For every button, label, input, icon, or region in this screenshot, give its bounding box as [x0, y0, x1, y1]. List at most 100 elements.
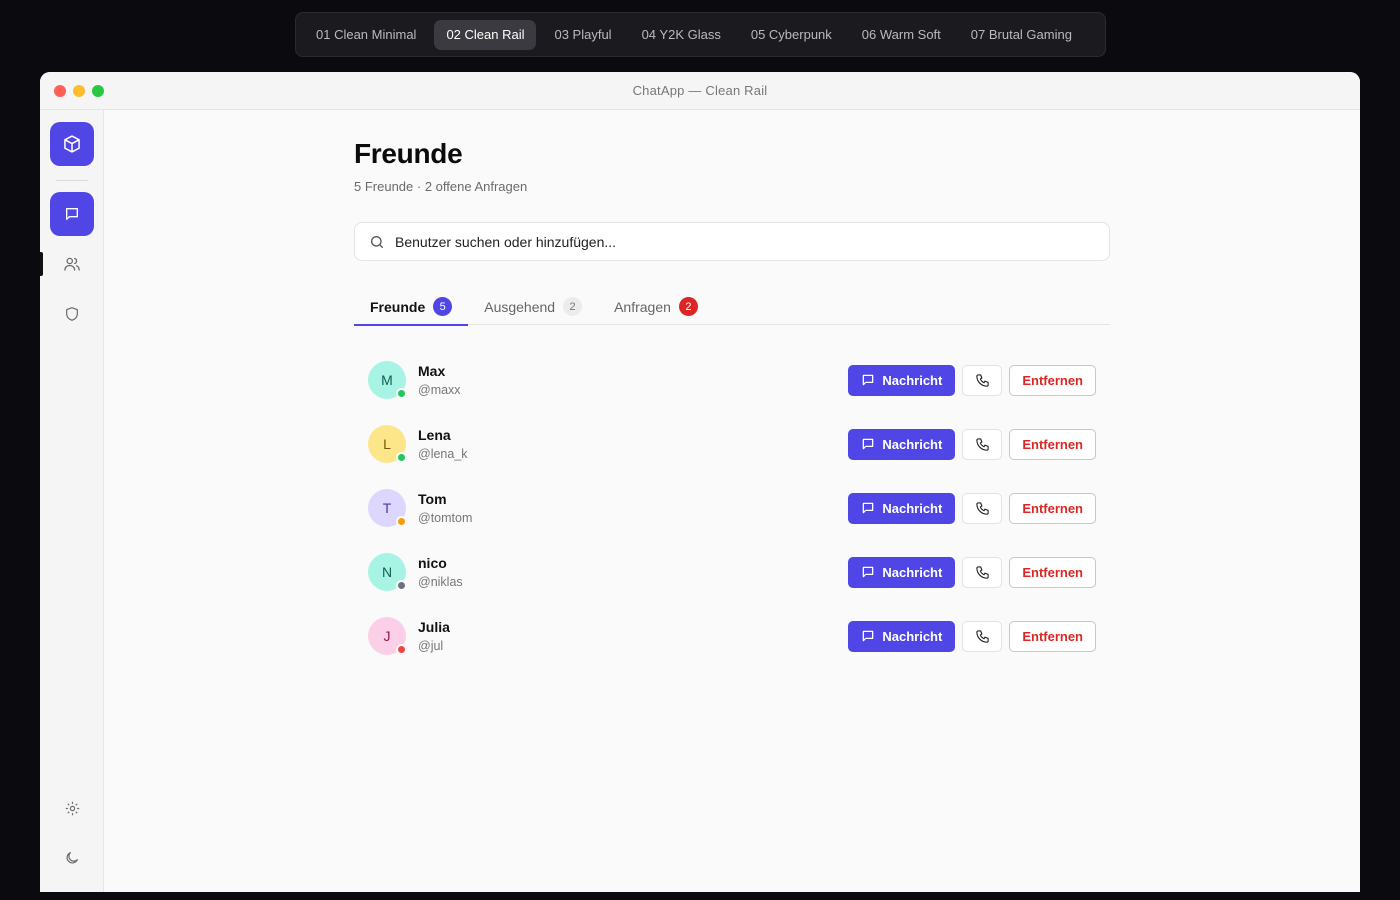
message-label: Nachricht — [882, 500, 943, 516]
theme-tab-y2k-glass[interactable]: 04 Y2K Glass — [630, 20, 733, 50]
moon-icon — [66, 852, 78, 864]
friend-info: nico @niklas — [418, 555, 848, 589]
screen-bottom-edge — [0, 892, 1400, 900]
friend-name: Lena — [418, 427, 451, 443]
friend-name: Tom — [418, 491, 447, 507]
minimize-window-button[interactable] — [73, 85, 85, 97]
chat-icon — [863, 374, 874, 386]
search-input[interactable] — [395, 233, 1095, 250]
rail-active-indicator — [40, 252, 43, 276]
theme-tab-clean-minimal[interactable]: 01 Clean Minimal — [304, 20, 428, 50]
friend-actions: Nachricht Entfernen — [848, 428, 1096, 460]
shield-icon — [66, 307, 78, 321]
call-button[interactable] — [962, 620, 1003, 652]
call-button[interactable] — [962, 364, 1003, 396]
message-button[interactable]: Nachricht — [848, 428, 956, 460]
chat-icon — [863, 630, 874, 642]
chat-icon — [66, 208, 78, 220]
friends-tabs: Freunde 5 Ausgehend 2 Anfragen 2 — [354, 288, 1110, 326]
theme-tab-playful[interactable]: 03 Playful — [542, 20, 623, 50]
tab-friends[interactable]: Freunde 5 — [354, 288, 469, 326]
rail-friends-button[interactable] — [50, 242, 94, 286]
tab-label: Freunde — [370, 298, 426, 315]
phone-icon — [976, 373, 989, 387]
user-search-box[interactable] — [354, 222, 1110, 261]
friend-name: Max — [418, 363, 446, 379]
phone-icon — [976, 437, 989, 451]
chat-icon — [863, 566, 874, 578]
title-bar: ChatApp — Clean Rail — [40, 72, 1360, 110]
remove-friend-button[interactable]: Entfernen — [1009, 428, 1096, 460]
chat-icon — [863, 502, 874, 514]
rail-security-button[interactable] — [50, 292, 94, 336]
navigation-rail — [40, 110, 104, 892]
app-logo[interactable] — [50, 122, 94, 166]
remove-friend-button[interactable]: Entfernen — [1009, 364, 1096, 396]
avatar-initial: M — [381, 372, 393, 388]
message-label: Nachricht — [882, 436, 943, 452]
call-button[interactable] — [962, 556, 1003, 588]
remove-friend-button[interactable]: Entfernen — [1009, 620, 1096, 652]
message-button[interactable]: Nachricht — [848, 364, 956, 396]
window-title: ChatApp — Clean Rail — [632, 83, 768, 98]
avatar[interactable]: N — [368, 553, 407, 591]
message-button[interactable]: Nachricht — [848, 620, 956, 652]
count-badge: 2 — [678, 297, 698, 316]
remove-friend-button[interactable]: Entfernen — [1009, 556, 1096, 588]
message-button[interactable]: Nachricht — [848, 556, 956, 588]
status-dot — [396, 452, 407, 463]
phone-icon — [976, 565, 989, 579]
gear-icon — [65, 801, 79, 815]
theme-tab-warm-soft[interactable]: 06 Warm Soft — [850, 20, 953, 50]
page-subtitle: 5 Freunde · 2 offene Anfragen — [354, 179, 528, 194]
avatar-initial: J — [383, 628, 391, 644]
maximize-window-button[interactable] — [92, 85, 104, 97]
theme-switcher: 01 Clean Minimal 02 Clean Rail 03 Playfu… — [295, 12, 1106, 57]
call-button[interactable] — [962, 428, 1003, 460]
friend-info: Lena @lena_k — [418, 427, 848, 461]
users-icon — [64, 257, 80, 271]
friend-row: L Lena @lena_k Nachricht Entfernen — [354, 412, 1110, 476]
count-badge: 5 — [433, 297, 453, 316]
status-dot — [396, 580, 407, 591]
friend-info: Julia @jul — [418, 619, 848, 653]
friend-row: N nico @niklas Nachricht Entfernen — [354, 540, 1110, 604]
page-title: Freunde — [354, 138, 463, 169]
avatar[interactable]: M — [368, 361, 407, 399]
app-window: ChatApp — Clean Rail Freunde 5 Freunde ·… — [40, 72, 1360, 892]
window-controls — [54, 85, 104, 97]
friend-handle: @jul — [418, 639, 444, 653]
rail-chats-button[interactable] — [50, 192, 94, 236]
count-badge: 2 — [563, 297, 583, 316]
chat-icon — [863, 438, 874, 450]
tab-requests[interactable]: Anfragen 2 — [598, 288, 714, 325]
close-window-button[interactable] — [54, 85, 66, 97]
rail-dark-mode-button[interactable] — [50, 836, 94, 880]
theme-tab-brutal-gaming[interactable]: 07 Brutal Gaming — [959, 20, 1084, 50]
remove-friend-button[interactable]: Entfernen — [1009, 492, 1096, 524]
friend-actions: Nachricht Entfernen — [848, 556, 1096, 588]
phone-icon — [976, 501, 989, 515]
message-button[interactable]: Nachricht — [848, 492, 956, 524]
friend-actions: Nachricht Entfernen — [848, 492, 1096, 524]
theme-tab-cyberpunk[interactable]: 05 Cyberpunk — [739, 20, 844, 50]
friend-info: Max @maxx — [418, 363, 848, 397]
avatar[interactable]: L — [368, 425, 407, 463]
friend-actions: Nachricht Entfernen — [848, 620, 1096, 652]
avatar[interactable]: J — [368, 617, 407, 655]
cube-icon — [64, 135, 80, 153]
friend-handle: @maxx — [418, 383, 461, 397]
status-dot — [396, 388, 407, 399]
tab-outgoing[interactable]: Ausgehend 2 — [468, 288, 598, 325]
avatar[interactable]: T — [368, 489, 407, 527]
friend-list: M Max @maxx Nachricht Entfernen L Lena @… — [354, 348, 1110, 668]
friend-info: Tom @tomtom — [418, 491, 848, 525]
rail-settings-button[interactable] — [50, 786, 94, 830]
message-label: Nachricht — [882, 564, 943, 580]
friend-name: nico — [418, 555, 447, 571]
avatar-initial: T — [382, 500, 392, 516]
theme-tab-clean-rail[interactable]: 02 Clean Rail — [434, 19, 537, 50]
message-label: Nachricht — [882, 372, 943, 388]
friend-name: Julia — [418, 619, 450, 635]
call-button[interactable] — [962, 492, 1003, 524]
